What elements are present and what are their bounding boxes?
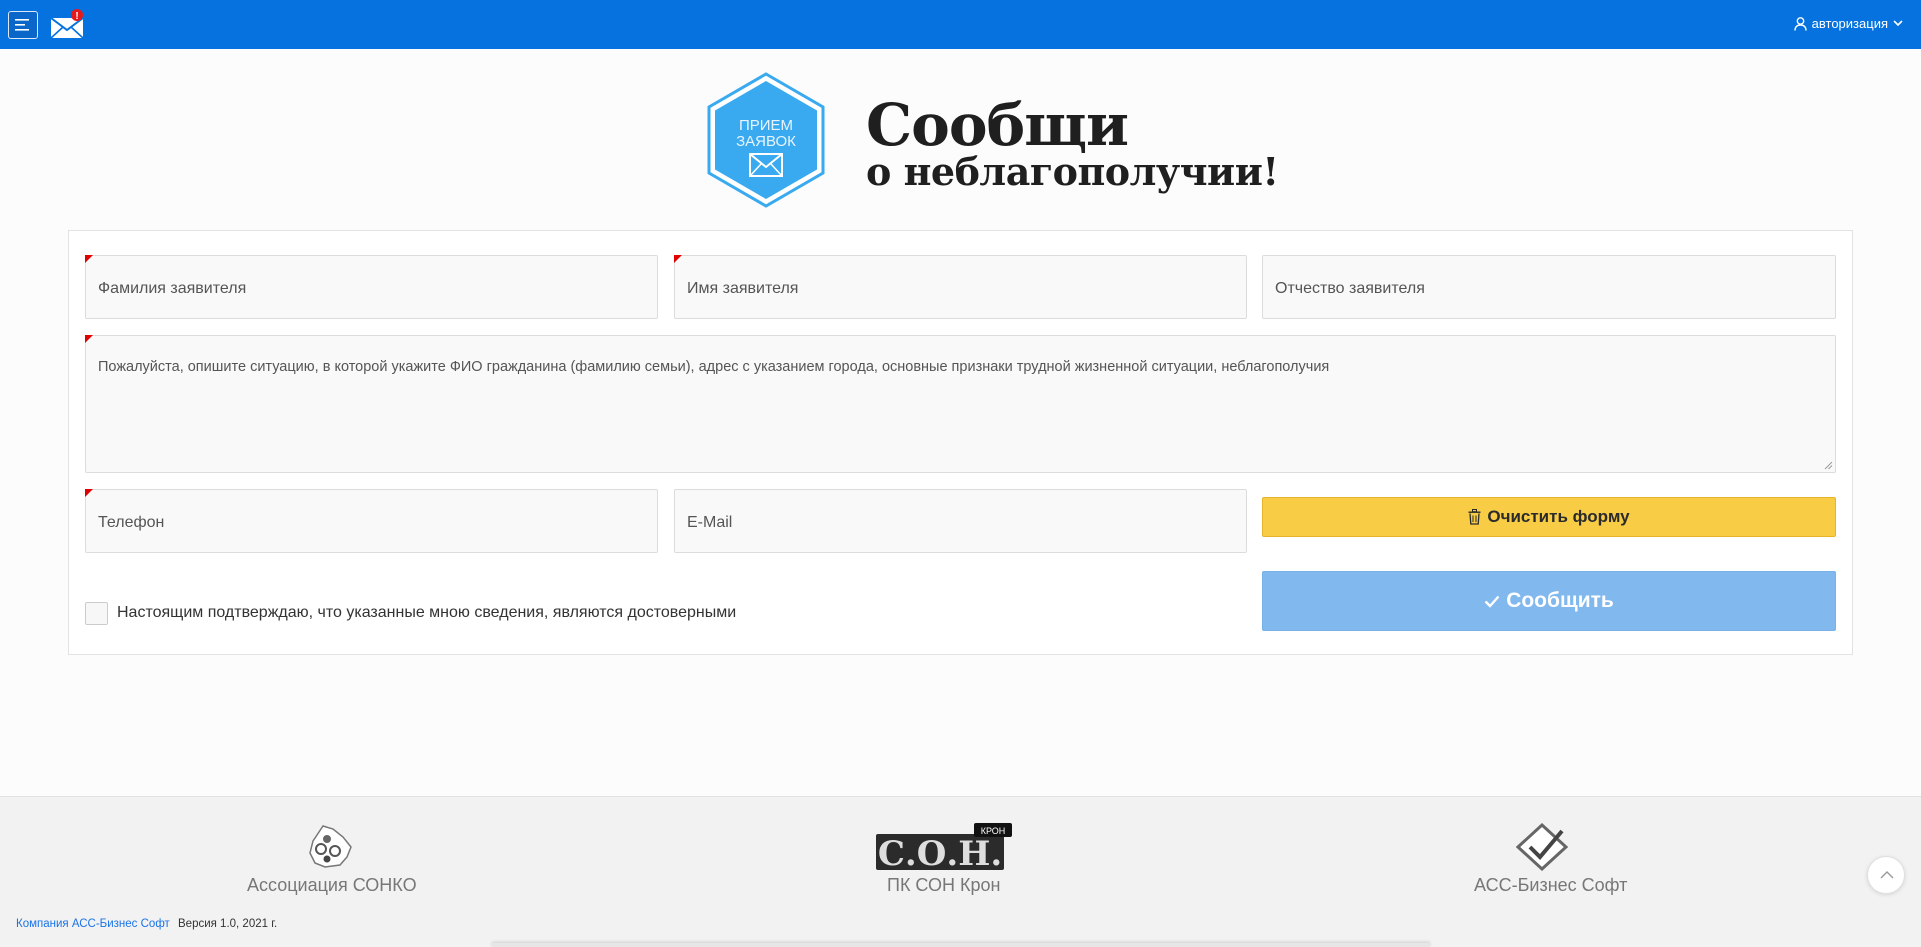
required-marker (85, 489, 93, 497)
envelope-notification-logo[interactable]: ! (50, 8, 86, 40)
sonko-association-logo[interactable] (305, 823, 355, 871)
clear-form-button[interactable]: Очистить форму (1262, 497, 1836, 537)
auth-menu[interactable]: авторизация (1793, 16, 1903, 31)
submit-label: Сообщить (1506, 589, 1614, 612)
confirm-checkbox[interactable] (85, 602, 108, 625)
partner-son-kron-label[interactable]: ПК СОН Крон (887, 875, 1000, 896)
phone-input[interactable]: Телефон (85, 489, 658, 553)
son-kron-logo-badge: КРОН (981, 826, 1006, 836)
version-text: Версия 1.0, 2021 г. (178, 918, 278, 930)
patronymic-placeholder: Отчество заявителя (1275, 280, 1425, 297)
confirm-checkbox-label[interactable]: Настоящим подтверждаю, что указанные мно… (117, 604, 736, 622)
description-placeholder: Пожалуйста, опишите ситуацию, в которой … (98, 359, 1330, 375)
name-placeholder: Имя заявителя (687, 280, 799, 297)
bottom-overlay-bar (492, 943, 1430, 947)
auth-label: авторизация (1811, 16, 1888, 31)
son-kron-logo-text: С.О.Н. (878, 834, 1002, 873)
surname-placeholder: Фамилия заявителя (98, 280, 247, 297)
clear-form-label: Очистить форму (1487, 507, 1630, 526)
notification-badge: ! (75, 11, 78, 22)
phone-placeholder: Телефон (98, 514, 165, 531)
logo-text-line2: ЗАЯВОК (736, 133, 796, 150)
partner-acc-label[interactable]: АСС-Бизнес Софт (1474, 875, 1627, 896)
reception-logo: ПРИЕМ ЗАЯВОК (707, 72, 825, 208)
email-input[interactable]: E-Mail (674, 489, 1247, 553)
logo-text-line1: ПРИЕМ (739, 117, 793, 134)
email-placeholder: E-Mail (687, 514, 733, 531)
surname-input[interactable]: Фамилия заявителя (85, 255, 658, 319)
chevron-down-icon (1893, 20, 1903, 27)
acc-business-soft-logo[interactable] (1516, 823, 1572, 871)
scroll-to-top-button[interactable] (1867, 856, 1905, 894)
situation-description-textarea[interactable]: Пожалуйста, опишите ситуацию, в которой … (85, 335, 1836, 473)
check-icon (1484, 595, 1500, 608)
company-link[interactable]: Компания АСС-Бизнес Софт (16, 918, 170, 930)
trash-icon (1468, 509, 1481, 525)
required-marker (85, 335, 93, 343)
submit-report-button[interactable]: Сообщить (1262, 571, 1836, 631)
required-marker (674, 255, 682, 263)
son-kron-logo[interactable]: С.О.Н. КРОН (876, 823, 1014, 873)
menu-toggle-button[interactable] (8, 11, 38, 39)
partner-sonko-label[interactable]: Ассоциация СОНКО (247, 875, 417, 896)
chevron-up-icon (1880, 871, 1894, 879)
resize-handle-icon[interactable] (1824, 461, 1833, 470)
required-marker (85, 255, 93, 263)
hamburger-menu-icon (15, 19, 29, 31)
patronymic-input[interactable]: Отчество заявителя (1262, 255, 1836, 319)
page-subtitle: о неблагополучии! (866, 149, 1279, 194)
name-input[interactable]: Имя заявителя (674, 255, 1247, 319)
top-navigation-bar: ! авторизация (0, 0, 1921, 49)
user-icon (1793, 16, 1807, 31)
